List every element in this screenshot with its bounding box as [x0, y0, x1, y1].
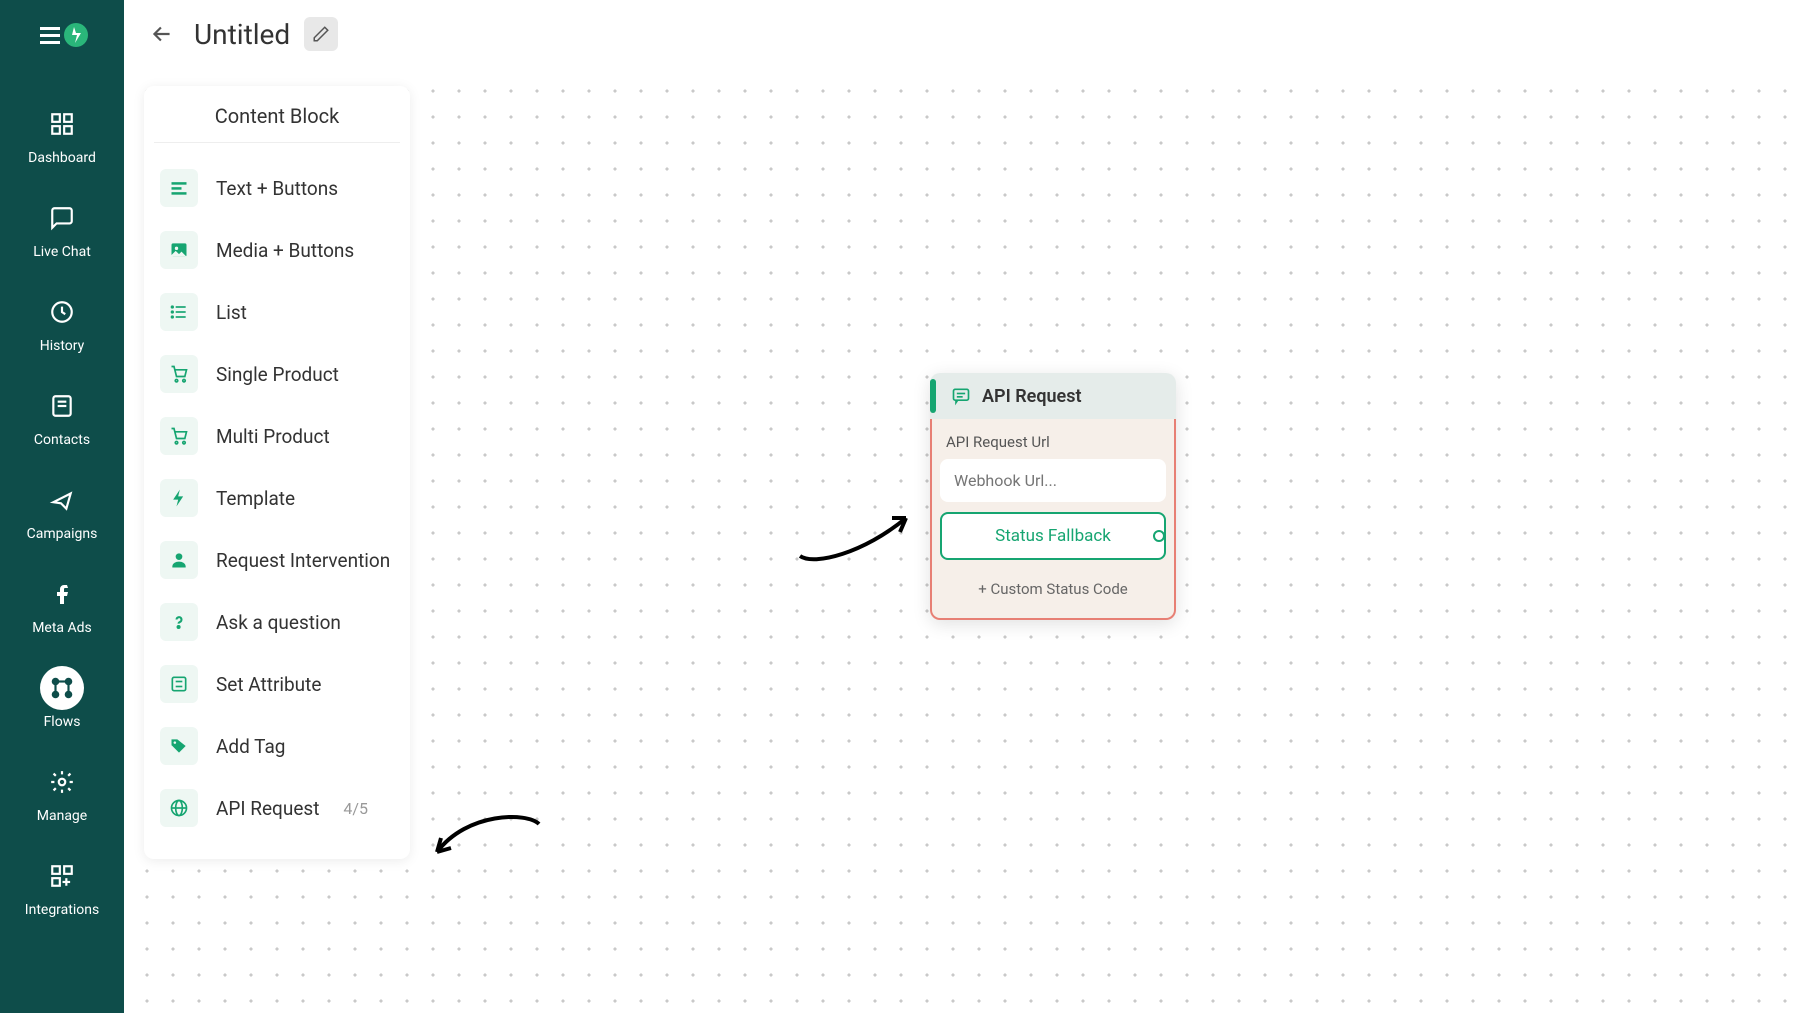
tag-icon [160, 727, 198, 765]
media-icon [160, 231, 198, 269]
node-title: API Request [982, 386, 1082, 407]
question-icon [160, 603, 198, 641]
logo [32, 15, 92, 55]
block-label: Single Product [216, 363, 339, 386]
sidebar-item-label: Live Chat [33, 244, 91, 260]
block-label: Media + Buttons [216, 239, 354, 262]
cart-icon [160, 417, 198, 455]
bolt-icon [160, 479, 198, 517]
panel-title: Content Block [154, 104, 400, 143]
output-port[interactable] [1153, 530, 1165, 542]
text-icon [160, 169, 198, 207]
block-label: Template [216, 487, 295, 510]
sidebar-item-label: Contacts [34, 432, 90, 448]
block-label: Set Attribute [216, 673, 321, 696]
node-header[interactable]: API Request [930, 373, 1176, 419]
apps-icon [40, 854, 84, 898]
block-label: Ask a question [216, 611, 341, 634]
sidebar-item-label: Dashboard [28, 150, 96, 166]
sidebar-item-metaads[interactable]: Meta Ads [0, 560, 124, 654]
url-field-label: API Request Url [940, 429, 1166, 459]
back-button[interactable] [144, 16, 180, 52]
sidebar-item-contacts[interactable]: Contacts [0, 372, 124, 466]
flows-icon [40, 666, 84, 710]
annotation-arrow-icon [794, 508, 924, 578]
history-icon [40, 290, 84, 334]
person-icon [160, 541, 198, 579]
block-item-request-intervention[interactable]: Request Intervention [154, 529, 400, 591]
sidebar-item-label: Campaigns [27, 526, 98, 542]
block-item-api-request[interactable]: API Request 4/5 [154, 777, 400, 839]
topbar: Untitled [124, 0, 1800, 68]
edit-title-button[interactable] [304, 17, 338, 51]
block-label: API Request [216, 797, 319, 820]
block-label: Multi Product [216, 425, 330, 448]
block-item-ask-question[interactable]: Ask a question [154, 591, 400, 653]
chat-icon [40, 196, 84, 240]
grid-icon [40, 102, 84, 146]
send-icon [40, 478, 84, 522]
attr-icon [160, 665, 198, 703]
sidebar-item-manage[interactable]: Manage [0, 748, 124, 842]
block-item-multi-product[interactable]: Multi Product [154, 405, 400, 467]
sidebar-item-label: Meta Ads [32, 620, 92, 636]
block-label: Add Tag [216, 735, 285, 758]
sidebar-item-flows[interactable]: Flows [0, 654, 124, 748]
annotation-arrow-icon [427, 812, 557, 882]
sidebar-item-label: Manage [37, 808, 87, 824]
block-item-single-product[interactable]: Single Product [154, 343, 400, 405]
sidebar-item-livechat[interactable]: Live Chat [0, 184, 124, 278]
facebook-icon [40, 572, 84, 616]
api-request-node[interactable]: API Request API Request Url Status Fallb… [930, 373, 1176, 620]
sidebar-item-label: Flows [44, 714, 81, 730]
block-item-template[interactable]: Template [154, 467, 400, 529]
status-fallback-button[interactable]: Status Fallback [940, 512, 1166, 560]
block-label: List [216, 301, 247, 324]
node-body: API Request Url Status Fallback + Custom… [930, 419, 1176, 620]
sidebar-item-dashboard[interactable]: Dashboard [0, 90, 124, 184]
block-item-add-tag[interactable]: Add Tag [154, 715, 400, 777]
content-block-panel: Content Block Text + Buttons Media + But… [144, 86, 410, 859]
contacts-icon [40, 384, 84, 428]
page-title: Untitled [194, 18, 290, 51]
sidebar-item-integrations[interactable]: Integrations [0, 842, 124, 936]
block-item-media-buttons[interactable]: Media + Buttons [154, 219, 400, 281]
block-item-text-buttons[interactable]: Text + Buttons [154, 157, 400, 219]
sidebar-item-label: Integrations [25, 902, 99, 918]
gear-icon [40, 760, 84, 804]
list-icon [160, 293, 198, 331]
block-suffix: 4/5 [343, 799, 368, 818]
sidebar-item-campaigns[interactable]: Campaigns [0, 466, 124, 560]
status-fallback-label: Status Fallback [995, 526, 1111, 546]
flow-canvas[interactable]: Content Block Text + Buttons Media + But… [124, 68, 1800, 1013]
block-item-set-attribute[interactable]: Set Attribute [154, 653, 400, 715]
block-label: Request Intervention [216, 549, 390, 572]
sidebar-item-history[interactable]: History [0, 278, 124, 372]
sidebar: Dashboard Live Chat History Contacts Cam… [0, 0, 124, 1013]
sidebar-item-label: History [40, 338, 85, 354]
cart-icon [160, 355, 198, 393]
block-item-list[interactable]: List [154, 281, 400, 343]
globe-icon [160, 789, 198, 827]
chat-bubble-icon [950, 385, 972, 407]
webhook-url-input[interactable] [940, 459, 1166, 502]
block-label: Text + Buttons [216, 177, 338, 200]
add-custom-status-button[interactable]: + Custom Status Code [940, 574, 1166, 604]
